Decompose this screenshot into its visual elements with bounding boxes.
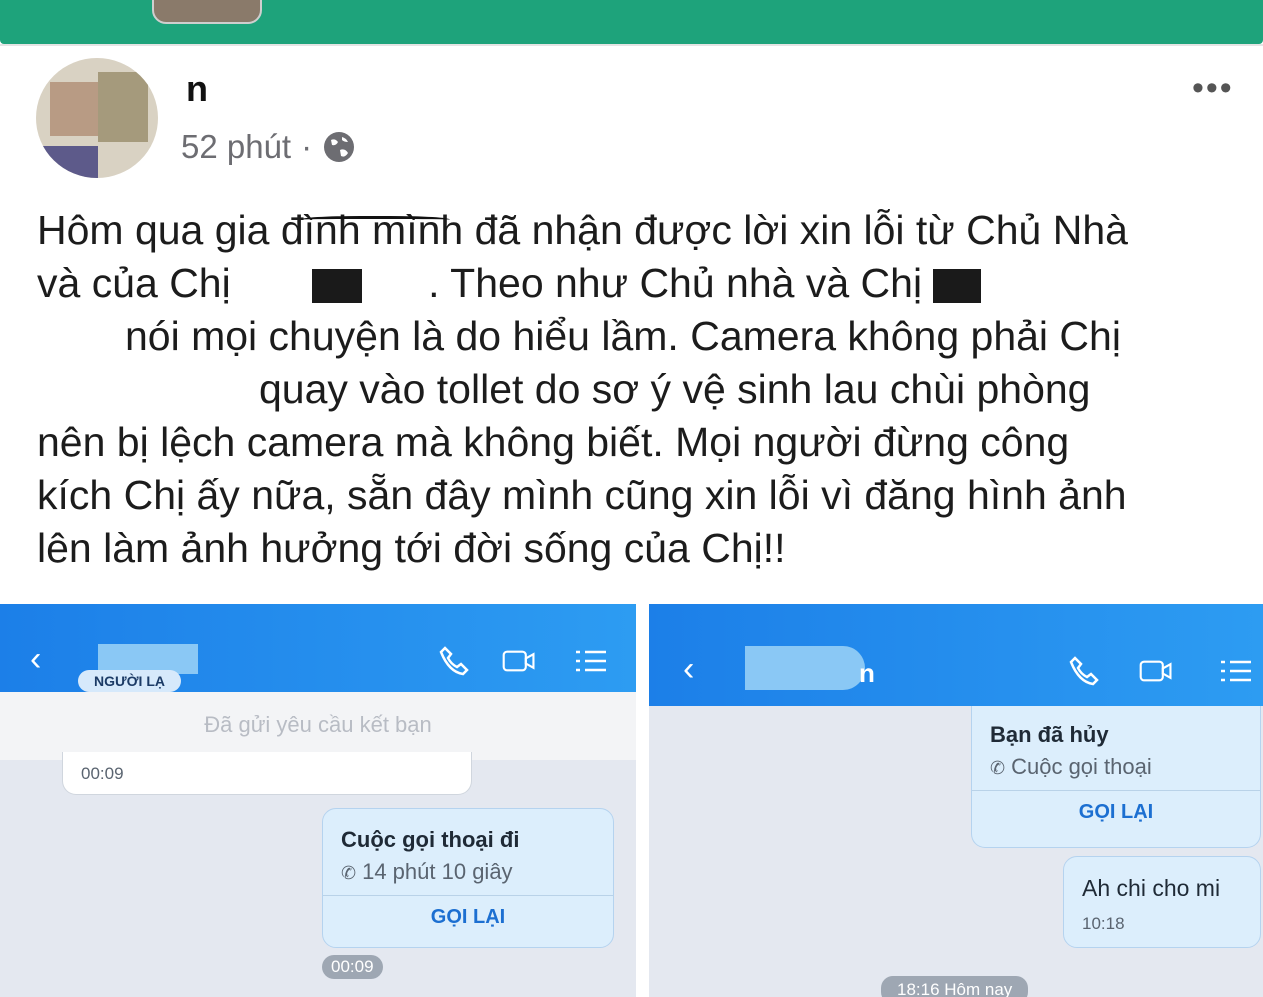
message-bubble: 00:09 [62,752,472,795]
call-title: Bạn đã hủy [990,722,1109,747]
divider [0,44,1263,46]
stranger-badge: NGƯỜI LẠ [78,670,181,692]
phone-icon[interactable] [437,644,471,678]
back-icon[interactable]: ‹ [30,640,41,679]
video-icon[interactable] [1139,654,1173,688]
call-bubble: Bạn đã hủy ✆ Cuộc gọi thoại GỌI LẠI [971,706,1261,848]
avatar[interactable] [36,58,158,178]
story-thumbnail[interactable] [152,0,262,24]
post-meta: 52 phút · [181,128,356,166]
message-time: 00:09 [81,764,124,783]
message-time: 10:18 [1082,914,1125,933]
call-title: Cuộc gọi thoại đi [341,827,520,852]
back-icon[interactable]: ‹ [683,650,694,689]
scribble-mark [300,216,450,225]
name-redaction [745,646,865,690]
divider [323,895,613,896]
post-body: Hôm qua gia đình mình đã nhận được lời x… [37,204,1247,575]
post-line-7: lên làm ảnh hưởng tới đời sống của Chị!! [37,525,786,571]
author-name[interactable]: n [186,68,238,110]
phone-icon[interactable] [1067,654,1101,688]
post-line-4: quay vào tollet do sơ ý vệ sinh lau chùi… [259,366,1091,412]
call-back-button[interactable]: GỌI LẠI [341,906,595,929]
post-line-1: Hôm qua gia đình mình đã nhận được lời x… [37,207,1128,253]
call-phone-icon: ✆ [341,863,357,883]
more-options-icon[interactable]: ••• [1192,71,1234,105]
chat-screenshot-left: ‹ NGƯỜI LẠ Đã gửi yêu cầu kết bạn 00:09 … [0,604,636,997]
post-line-5: nên bị lệch camera mà không biết. Mọi ng… [37,419,1070,465]
redaction-block [312,269,363,304]
list-icon[interactable] [574,644,608,678]
friend-request-text: Đã gửi yêu cầu kết bạn [204,712,432,737]
call-bubble: Cuộc gọi thoại đi ✆ 14 phút 10 giây GỌI L… [322,808,614,948]
redaction-block [933,269,982,304]
call-subtitle: Cuộc gọi thoại [1011,754,1152,779]
post-line-6: kích Chị ấy nữa, sẵn đây mình cũng xin l… [37,472,1127,518]
missed-call-icon: ✆ [990,758,1006,778]
call-duration: 14 phút 10 giây [362,859,513,884]
time-chip: 00:09 [322,955,383,979]
globe-icon [324,132,355,162]
call-back-button[interactable]: GỌI LẠI [990,801,1242,824]
meta-separator: · [301,128,313,165]
divider [972,790,1260,791]
post-time[interactable]: 52 phút [181,128,291,166]
time-chip: 18:16 Hôm nay [881,976,1029,997]
post-line-2: và của Chị . Theo như Chủ nhà và Chị [37,257,1247,310]
top-bar [0,0,1263,44]
message-bubble: Ah chi cho mi 10:18 [1063,856,1261,948]
list-icon[interactable] [1219,654,1253,688]
video-icon[interactable] [502,644,536,678]
chat-screenshot-right: ‹ n Bạn đã hủy ✆ Cuộc gọi thoại GỌI LẠI A… [649,604,1263,997]
message-text: Ah chi cho mi [1082,875,1221,901]
contact-name[interactable]: n [859,658,875,689]
post-line-3: nói mọi chuyện là do hiểu lầm. Camera kh… [125,313,1121,359]
